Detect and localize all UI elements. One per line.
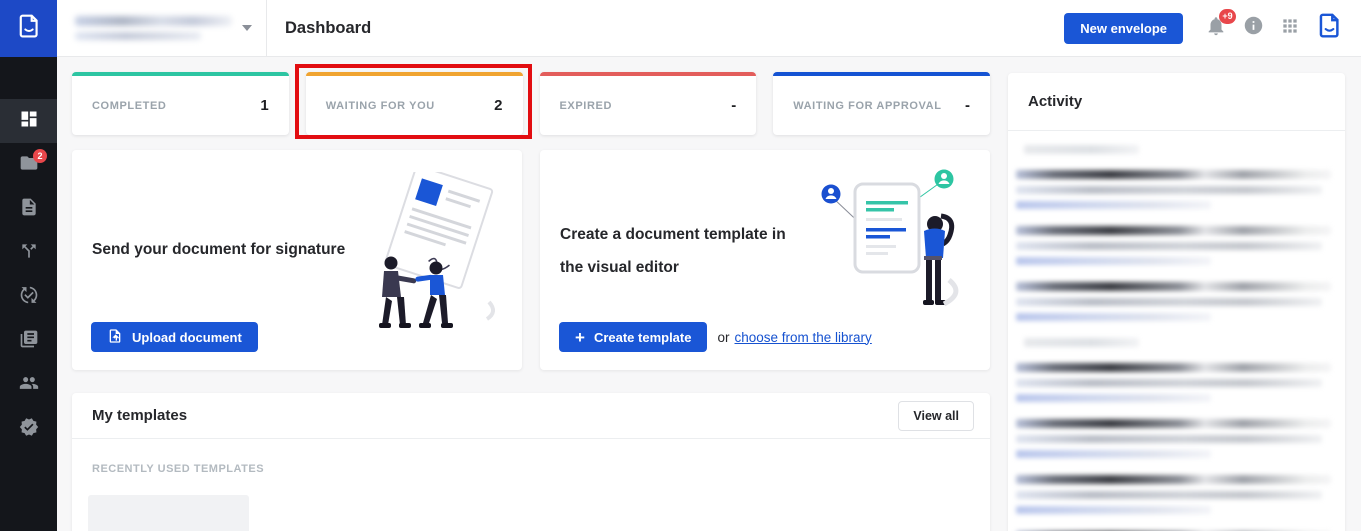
library-icon — [19, 329, 39, 354]
sidebar-item-workflows[interactable] — [0, 231, 57, 275]
or-text: or — [717, 329, 730, 345]
status-value: 1 — [260, 97, 269, 114]
status-cards-row: COMPLETED 1 WAITING FOR YOU 2 EXPIRED - … — [72, 64, 990, 139]
redacted-activity-entry — [1016, 419, 1331, 458]
sidebar-item-folders[interactable]: 2 — [0, 143, 57, 187]
view-all-button[interactable]: View all — [898, 400, 974, 431]
send-signature-card: Send your document for signature Upload … — [72, 150, 522, 370]
redacted-activity-line — [1016, 475, 1331, 484]
upload-document-button[interactable]: Upload document — [91, 322, 258, 352]
document-app-button[interactable] — [1316, 12, 1343, 44]
redacted-activity-line — [1016, 435, 1322, 443]
status-card-waiting-for-approval[interactable]: WAITING FOR APPROVAL - — [773, 72, 990, 135]
status-value: 2 — [494, 97, 503, 114]
status-label: WAITING FOR YOU — [325, 99, 435, 112]
redacted-activity-line — [1016, 419, 1331, 428]
upload-file-icon — [107, 328, 123, 347]
status-value: - — [965, 97, 970, 114]
redacted-activity-line — [1016, 226, 1331, 235]
create-template-card: Create a document template in the visual… — [540, 150, 990, 370]
info-button[interactable] — [1243, 15, 1264, 41]
redacted-activity-line — [1016, 313, 1212, 321]
workspace-selector[interactable] — [57, 0, 267, 57]
chevron-down-icon — [242, 25, 252, 31]
redacted-activity-line — [1016, 170, 1331, 179]
sidebar-nav: 2 — [0, 57, 57, 451]
activity-title: Activity — [1028, 93, 1083, 110]
redacted-activity-line — [1016, 186, 1322, 194]
redacted-activity-line — [1016, 298, 1322, 306]
notification-badge: +9 — [1219, 8, 1236, 24]
main-content: COMPLETED 1 WAITING FOR YOU 2 EXPIRED - … — [57, 57, 1361, 531]
redacted-activity-line — [1016, 282, 1331, 291]
template-illustration — [811, 168, 976, 333]
signature-illustration — [335, 164, 510, 355]
header-actions: New envelope +9 — [1064, 8, 1361, 44]
redacted-activity-line — [1016, 506, 1212, 514]
smiling-document-icon — [16, 13, 42, 44]
app-logo[interactable] — [0, 0, 57, 57]
activity-entries — [1008, 131, 1345, 531]
apps-grid-button[interactable] — [1280, 16, 1300, 41]
folder-badge: 2 — [33, 149, 47, 163]
apps-grid-icon — [1280, 16, 1300, 41]
notifications-button[interactable]: +9 — [1205, 8, 1236, 42]
status-label: WAITING FOR APPROVAL — [793, 99, 942, 112]
upload-document-label: Upload document — [132, 329, 242, 345]
redacted-activity-line — [1016, 379, 1322, 387]
my-templates-title: My templates — [92, 407, 188, 424]
status-card-waiting-for-you[interactable]: WAITING FOR YOU 2 — [305, 72, 523, 135]
activity-panel: Activity — [1008, 73, 1345, 531]
sync-check-icon — [19, 285, 39, 310]
redacted-activity-entry — [1016, 226, 1331, 265]
info-icon — [1243, 15, 1264, 41]
sidebar-item-verified[interactable] — [0, 407, 57, 451]
document-icon — [19, 197, 39, 222]
create-template-label: Create template — [593, 329, 692, 345]
redacted-activity-entry — [1016, 282, 1331, 321]
verified-badge-icon — [19, 417, 39, 442]
status-card-expired[interactable]: EXPIRED - — [539, 72, 757, 135]
sidebar-item-library[interactable] — [0, 319, 57, 363]
redacted-activity-line — [1016, 491, 1322, 499]
redacted-activity-entry — [1016, 170, 1331, 209]
status-label: EXPIRED — [559, 99, 612, 112]
branch-split-icon — [19, 241, 39, 266]
my-templates-section: My templates View all RECENTLY USED TEMP… — [72, 393, 990, 531]
recently-used-templates-label: RECENTLY USED TEMPLATES — [92, 463, 265, 475]
new-envelope-button[interactable]: New envelope — [1064, 12, 1183, 44]
redacted-activity-line — [1016, 363, 1331, 372]
redacted-activity-date — [1024, 338, 1139, 347]
redacted-activity-date — [1024, 145, 1139, 154]
send-signature-title: Send your document for signature — [92, 241, 346, 258]
sidebar-item-approvals[interactable] — [0, 275, 57, 319]
redacted-activity-line — [1016, 450, 1212, 458]
redacted-activity-entry — [1016, 363, 1331, 402]
dashboard-icon — [19, 109, 39, 134]
template-thumbnail-placeholder[interactable] — [88, 495, 249, 531]
workspace-name-redacted — [75, 16, 232, 40]
smiling-document-icon — [1316, 12, 1343, 44]
sidebar-item-dashboard[interactable] — [0, 99, 57, 143]
people-icon — [19, 373, 39, 398]
status-label: COMPLETED — [92, 99, 167, 112]
status-value: - — [731, 97, 737, 114]
top-header: Dashboard New envelope +9 — [57, 0, 1361, 57]
status-card-completed[interactable]: COMPLETED 1 — [72, 72, 289, 135]
redacted-activity-entry — [1016, 475, 1331, 514]
create-template-title: Create a document template in the visual… — [560, 226, 786, 276]
sidebar-item-contacts[interactable] — [0, 363, 57, 407]
redacted-activity-line — [1016, 242, 1322, 250]
redacted-activity-line — [1016, 394, 1212, 402]
page-title: Dashboard — [285, 18, 372, 37]
redacted-activity-line — [1016, 257, 1212, 265]
sidebar: 2 — [0, 0, 57, 531]
action-cards-row: Send your document for signature Upload … — [72, 150, 990, 370]
sidebar-item-documents[interactable] — [0, 187, 57, 231]
plus-icon: + — [575, 327, 585, 347]
create-template-button[interactable]: + Create template — [559, 322, 708, 352]
redacted-activity-line — [1016, 201, 1212, 209]
